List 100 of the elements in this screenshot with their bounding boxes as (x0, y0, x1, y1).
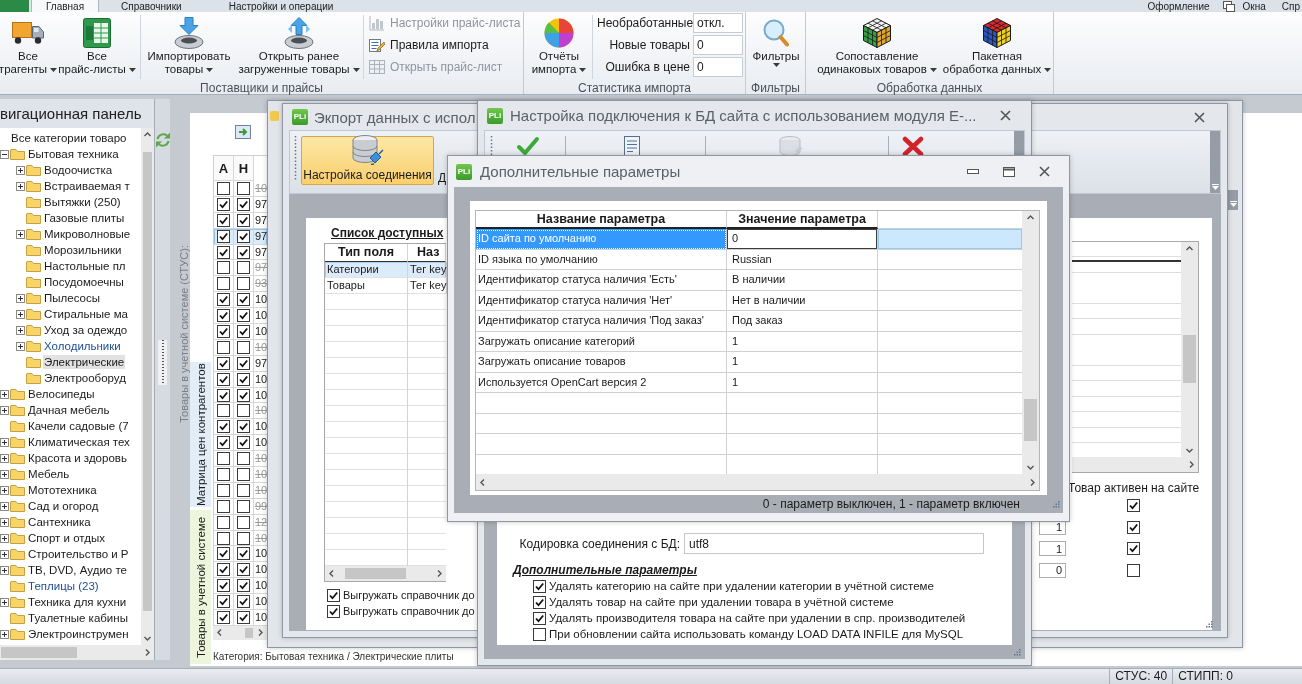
toolbar-button[interactable]: Д (437, 170, 448, 186)
checkbox[interactable] (217, 181, 230, 195)
input-field[interactable]: utf8 (684, 533, 984, 554)
checkbox[interactable] (237, 309, 250, 323)
checkbox[interactable] (237, 595, 250, 609)
cube-icon[interactable] (863, 17, 891, 48)
number-field[interactable]: 0 (1039, 562, 1066, 578)
checkbox[interactable] (1127, 563, 1141, 577)
tree-item[interactable]: Дачная мебель (27, 403, 111, 417)
plus-box-icon[interactable] (0, 517, 9, 527)
checkbox[interactable] (1127, 499, 1141, 513)
ribbon-button[interactable]: Правила импорта (369, 34, 521, 56)
tree-item[interactable]: Электрооборуд (43, 371, 127, 385)
minimize-icon[interactable] (967, 169, 979, 174)
plus-box-icon[interactable] (0, 469, 9, 479)
checkbox[interactable] (237, 324, 250, 338)
scrollbar[interactable] (1022, 211, 1039, 474)
checkbox[interactable] (237, 213, 250, 227)
tree-item[interactable]: Сад и огород (27, 499, 100, 513)
table-row[interactable]: 10 (214, 594, 267, 611)
chevron-up-icon[interactable] (144, 132, 151, 137)
plus-box-icon[interactable] (0, 437, 9, 447)
tree-item[interactable]: Мебель (27, 467, 71, 481)
table-row[interactable]: 10 (214, 324, 267, 340)
plus-box-icon[interactable] (0, 453, 9, 463)
column-header[interactable]: А (214, 156, 234, 181)
tree-item[interactable]: Пылесосы (43, 291, 101, 305)
menu-link[interactable]: Окна (1242, 0, 1266, 12)
checkbox[interactable] (237, 420, 250, 434)
menu-link[interactable]: Оформление (1147, 0, 1210, 12)
close-icon[interactable] (1039, 166, 1050, 177)
ribbon-button[interactable]: Пакетная обработка данных (941, 15, 1053, 81)
grip-icon[interactable] (294, 136, 297, 180)
tree-item[interactable]: Качели садовые (7 (27, 419, 130, 433)
tree-item[interactable]: Посудомоечны (43, 275, 125, 289)
checkbox[interactable] (237, 611, 250, 624)
chevron-up-icon[interactable] (1186, 246, 1194, 251)
close-icon[interactable] (1194, 111, 1205, 123)
caret-icon[interactable] (929, 67, 937, 72)
menu-link[interactable]: Спр (1281, 0, 1300, 12)
checkbox[interactable] (327, 588, 340, 602)
device-arrow-down-icon[interactable] (174, 16, 204, 49)
plus-box-icon[interactable] (0, 565, 9, 575)
checkbox[interactable] (217, 404, 230, 418)
checkbox[interactable] (237, 181, 250, 195)
tree-item[interactable]: Уход за одеждо (43, 323, 129, 337)
plus-box-icon[interactable] (0, 533, 9, 543)
tree-item[interactable]: Климатическая тех (27, 435, 131, 449)
resize-grip-icon[interactable] (1013, 648, 1021, 656)
plus-box-icon[interactable] (0, 485, 9, 495)
checkbox[interactable] (237, 531, 250, 545)
table-row[interactable]: Категории Тег key (325, 262, 446, 278)
chevron-up-icon[interactable] (1027, 215, 1034, 220)
checkbox[interactable] (217, 372, 230, 386)
tree-item[interactable]: Морозильники (43, 243, 123, 257)
checkbox[interactable] (217, 579, 230, 593)
checkbox[interactable] (217, 483, 230, 497)
number-field[interactable]: 1 (1039, 541, 1066, 557)
tree-item[interactable]: Красота и здоровь (27, 451, 128, 465)
tree-item[interactable]: Вытяжки (250) (43, 195, 122, 209)
checkbox[interactable] (237, 563, 250, 577)
chevron-left-icon[interactable] (480, 478, 485, 486)
checkbox[interactable] (1127, 520, 1141, 534)
ribbon-button[interactable]: Импортировать товары (144, 15, 234, 81)
caret-icon[interactable] (128, 67, 136, 72)
table-row[interactable]: 10 (214, 578, 267, 595)
tree-item[interactable]: Спорт и отдых (27, 531, 106, 545)
checkbox[interactable] (217, 388, 230, 402)
chevron-down-icon[interactable] (144, 636, 151, 641)
checkbox[interactable] (237, 245, 250, 259)
table-row[interactable]: Идентификатор статуса наличия 'Под заказ' Под заказ (476, 311, 1022, 332)
tree-item[interactable]: Строительство и Р (27, 547, 130, 561)
checkbox[interactable] (237, 452, 250, 466)
checkbox[interactable] (533, 595, 546, 609)
checkbox[interactable] (533, 627, 546, 641)
tree-item[interactable]: Настольные пл (43, 259, 127, 273)
tree-item[interactable]: Стиральные ма (43, 307, 129, 321)
table-row[interactable]: 10 (214, 419, 267, 436)
caret-icon[interactable] (1044, 67, 1052, 72)
checkbox[interactable] (237, 467, 250, 481)
checkbox[interactable] (533, 579, 546, 593)
plus-box-icon[interactable] (16, 341, 25, 351)
table-row[interactable]: 10 (214, 610, 267, 626)
checkbox[interactable] (217, 293, 230, 307)
checkbox[interactable] (237, 579, 250, 593)
checkbox[interactable] (217, 340, 230, 354)
caret-icon[interactable] (352, 67, 360, 72)
table-row[interactable]: Загружать описание товаров 1 (476, 352, 1022, 373)
table-cell[interactable]: 1 (727, 372, 878, 393)
checkbox[interactable] (1127, 542, 1141, 556)
resize-grip-icon[interactable] (1205, 620, 1214, 628)
table-row[interactable]: Идентификатор статуса наличия 'Нет' Нет в наличии (476, 290, 1022, 311)
tree-item[interactable]: Туалетные кабины (27, 611, 129, 625)
scrollbar[interactable] (325, 566, 446, 581)
plus-box-icon[interactable] (0, 405, 9, 415)
column-header[interactable]: Товар активен на сайте (1068, 481, 1200, 495)
maximize-icon[interactable] (1003, 166, 1015, 177)
toolbar-button[interactable]: Настройка соединения (301, 136, 434, 185)
ribbon-tab[interactable]: Настройки и операции (219, 0, 343, 12)
table-row[interactable]: Товары Тег key (325, 278, 446, 294)
